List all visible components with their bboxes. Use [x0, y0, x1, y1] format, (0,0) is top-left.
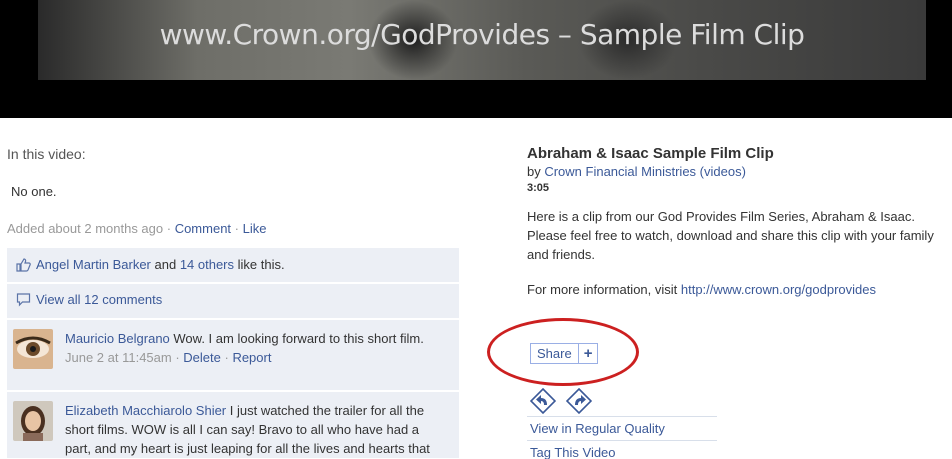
avatar[interactable]: [13, 329, 53, 369]
like-link[interactable]: Like: [243, 221, 267, 236]
comment-bubble-icon: [16, 292, 31, 307]
separator: ·: [231, 221, 243, 236]
separator: ·: [171, 350, 184, 365]
comment-item: Elizabeth Macchiarolo Shier I just watch…: [7, 392, 459, 459]
comment-author[interactable]: Mauricio Belgrano: [65, 331, 170, 346]
by-prefix: by: [527, 164, 545, 179]
video-nav: [529, 387, 610, 415]
report-link[interactable]: Report: [232, 350, 271, 365]
comment-author[interactable]: Elizabeth Macchiarolo Shier: [65, 403, 226, 418]
likes-row: Angel Martin Barker and 14 others like t…: [7, 248, 459, 283]
separator: ·: [220, 350, 233, 365]
comment-time: June 2 at 11:45am: [65, 350, 172, 365]
video-player[interactable]: www.Crown.org/GodProvides – Sample Film …: [0, 0, 952, 118]
view-all-comments-link[interactable]: View all 12 comments: [36, 292, 162, 307]
videos-link[interactable]: videos: [704, 164, 742, 179]
video-frame: www.Crown.org/GodProvides – Sample Film …: [38, 0, 926, 80]
video-actions: View in Regular Quality Tag This Video: [527, 416, 717, 459]
comment-link[interactable]: Comment: [175, 221, 231, 236]
clip-owner-line: by Crown Financial Ministries (videos): [527, 164, 746, 179]
in-this-video-heading: In this video:: [7, 146, 86, 162]
videos-open: (: [696, 164, 705, 179]
more-info-prefix: For more information, visit: [527, 282, 681, 297]
comment-body: Elizabeth Macchiarolo Shier I just watch…: [65, 401, 445, 459]
comment-text: Wow. I am looking forward to this short …: [169, 331, 424, 346]
separator: ·: [163, 221, 175, 236]
comment-item: Mauricio Belgrano Wow. I am looking forw…: [7, 320, 459, 391]
annotation-circle: [487, 318, 639, 386]
avatar[interactable]: [13, 401, 53, 441]
liker-link[interactable]: Angel Martin Barker: [36, 257, 151, 272]
tag-this-video-link[interactable]: Tag This Video: [527, 440, 717, 459]
likes-and: and: [150, 257, 180, 272]
view-regular-quality-link[interactable]: View in Regular Quality: [527, 416, 717, 440]
tagged-people: No one.: [11, 184, 57, 199]
added-line: Added about 2 months ago · Comment · Lik…: [7, 221, 266, 236]
video-overlay-text: www.Crown.org/GodProvides – Sample Film …: [159, 18, 805, 51]
next-video-icon[interactable]: [565, 387, 593, 415]
comment-body: Mauricio Belgrano Wow. I am looking forw…: [65, 329, 445, 367]
added-time: Added about 2 months ago: [7, 221, 164, 236]
more-info-url[interactable]: http://www.crown.org/godprovides: [681, 282, 876, 297]
delete-link[interactable]: Delete: [183, 350, 221, 365]
likes-suffix: like this.: [234, 257, 285, 272]
clip-duration: 3:05: [527, 182, 550, 194]
clip-more-info: For more information, visit http://www.c…: [527, 280, 927, 299]
others-link[interactable]: 14 others: [180, 257, 234, 272]
thumbs-up-icon: [16, 257, 31, 272]
view-all-comments-row[interactable]: View all 12 comments: [7, 284, 459, 319]
clip-description: Here is a clip from our God Provides Fil…: [527, 209, 934, 262]
clip-title: Abraham & Isaac Sample Film Clip: [527, 145, 774, 162]
videos-close: ): [741, 164, 746, 179]
previous-video-icon[interactable]: [529, 387, 557, 415]
comment-meta: June 2 at 11:45am · Delete · Report: [65, 348, 445, 367]
owner-link[interactable]: Crown Financial Ministries: [544, 164, 696, 179]
